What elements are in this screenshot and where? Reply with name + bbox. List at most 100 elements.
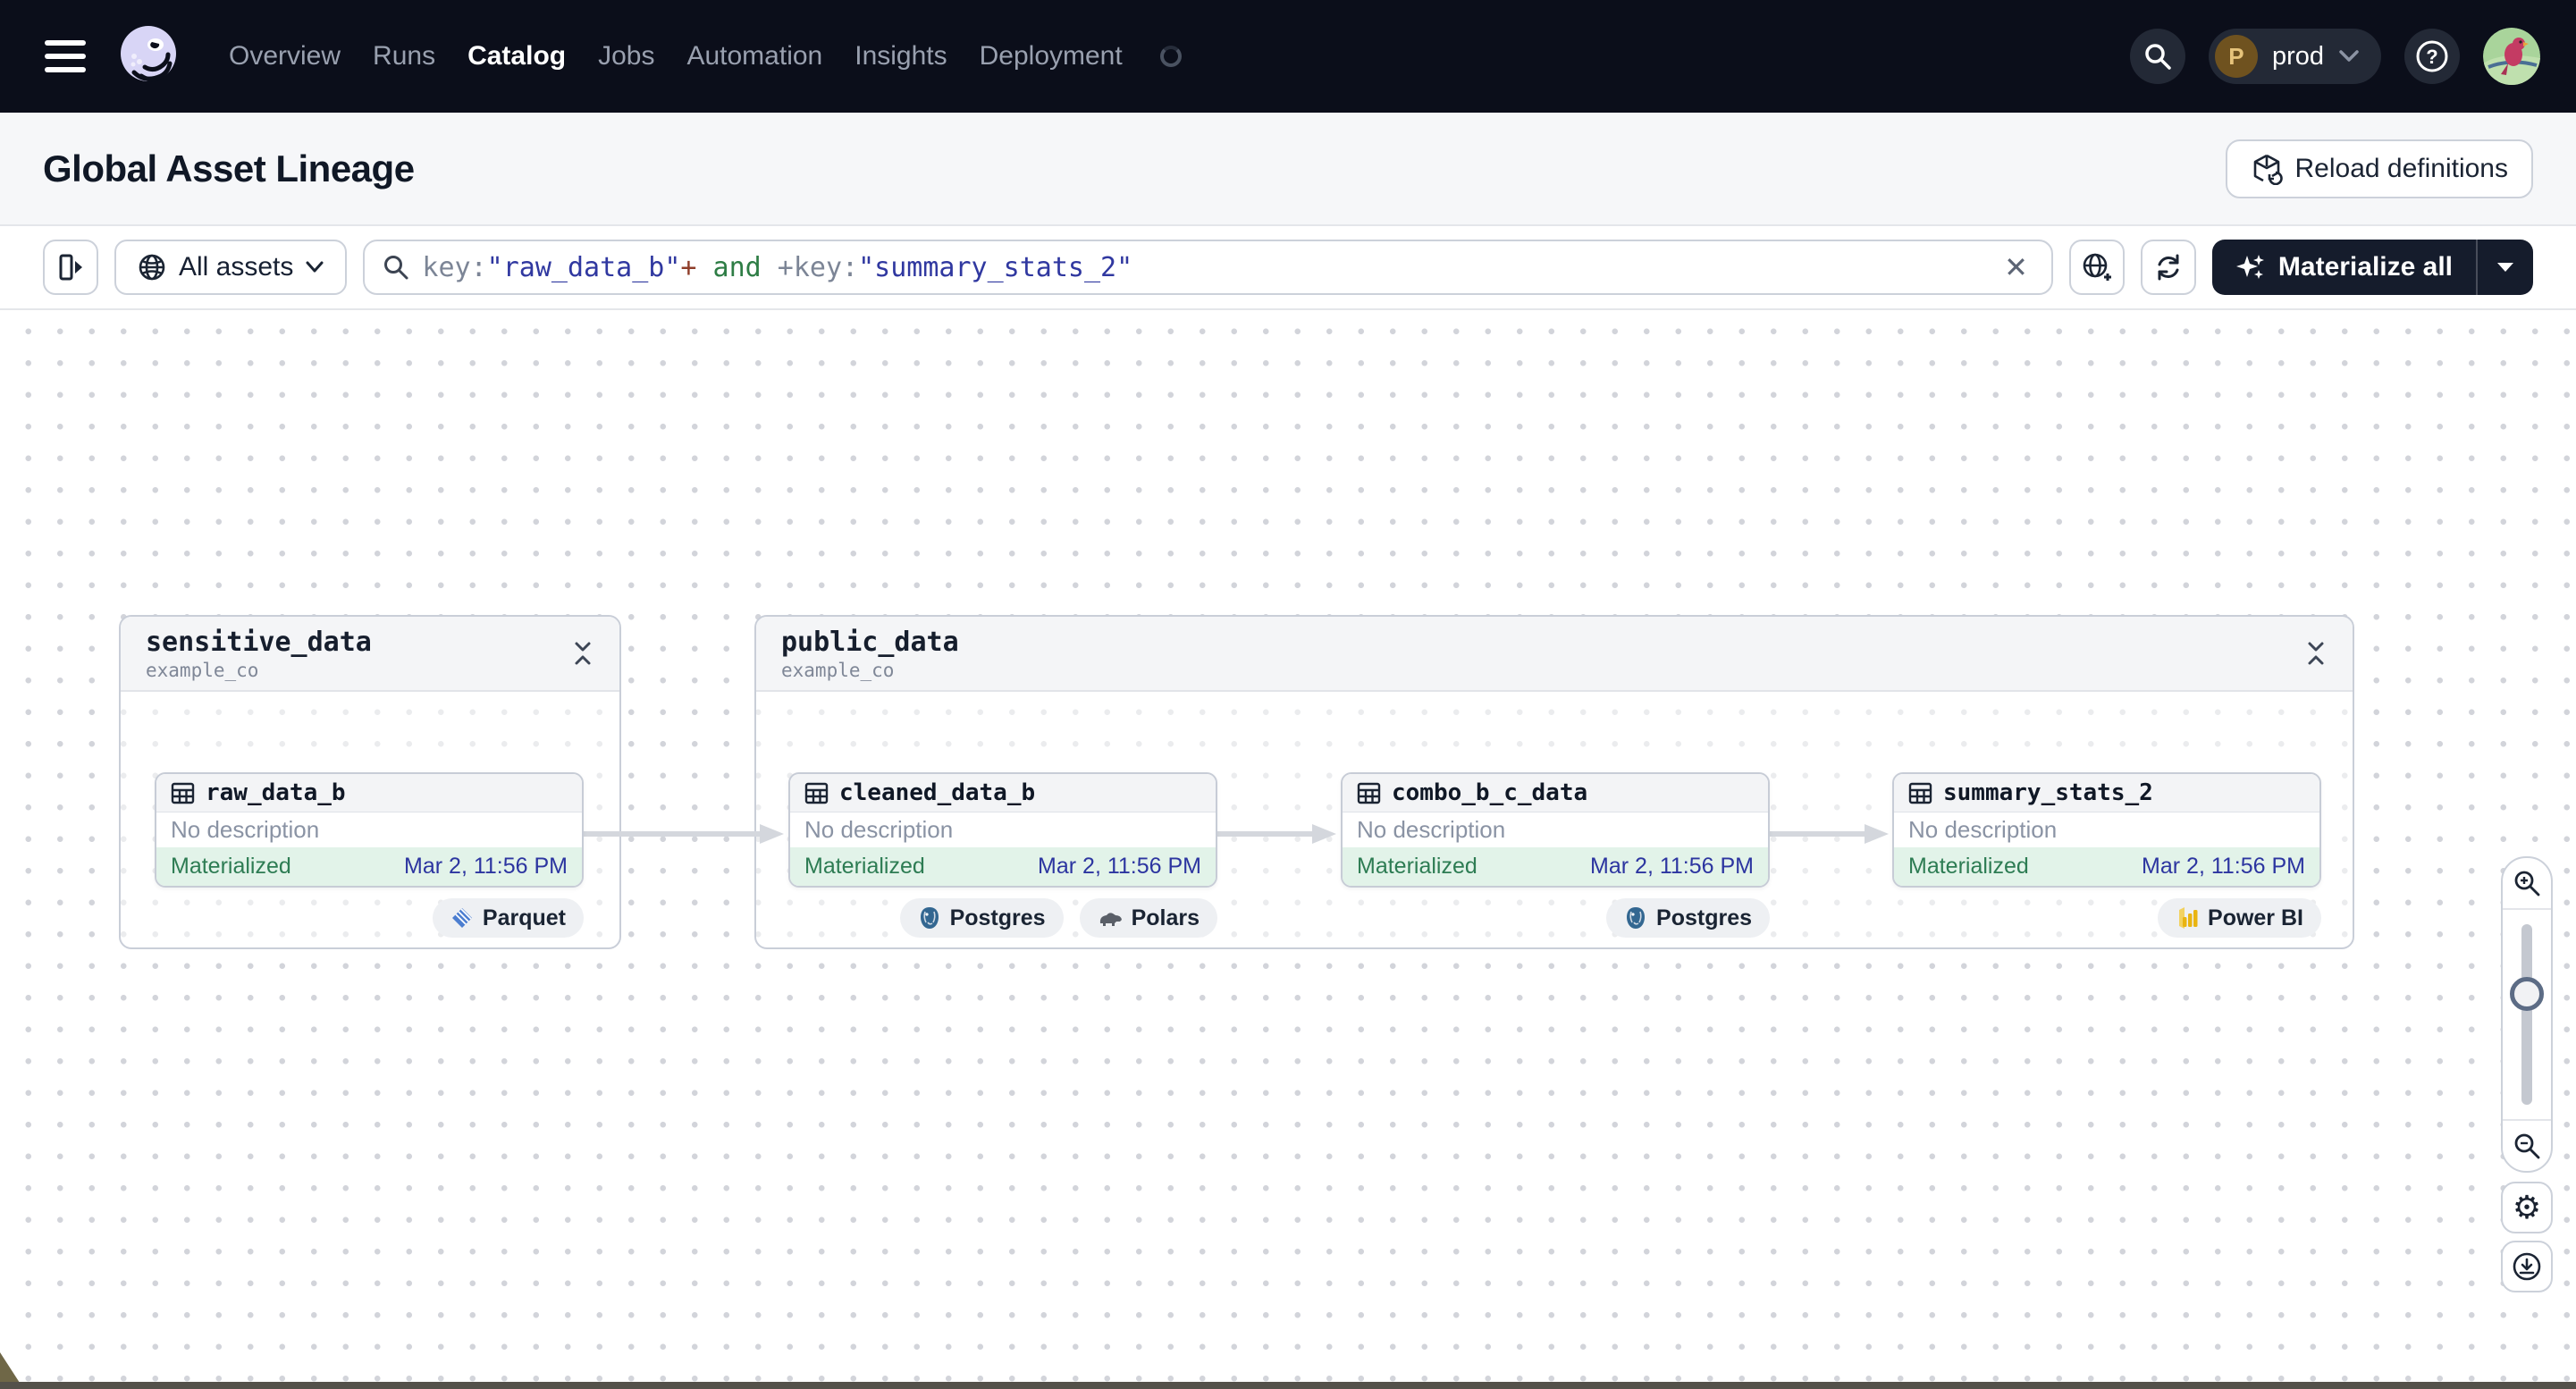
clear-search-button[interactable]: ✕ bbox=[1999, 253, 2033, 282]
reload-icon bbox=[2253, 154, 2283, 185]
tag-label: Polars bbox=[1131, 905, 1200, 930]
svg-text:?: ? bbox=[2426, 46, 2437, 68]
lineage-canvas[interactable]: sensitive_data example_co public_data ex… bbox=[0, 310, 2576, 1389]
zoom-controls bbox=[2501, 856, 2553, 1173]
hamburger-icon[interactable] bbox=[45, 40, 86, 72]
zoom-slider-handle[interactable] bbox=[2510, 977, 2544, 1011]
nav-item-catalog[interactable]: Catalog bbox=[467, 41, 566, 72]
postgres-icon bbox=[1627, 907, 1646, 929]
tag-postgres[interactable]: Postgres bbox=[899, 898, 1064, 938]
tag-parquet[interactable]: Parquet bbox=[432, 898, 584, 938]
zoom-in-icon bbox=[2514, 871, 2540, 897]
tag-label: Postgres bbox=[949, 905, 1046, 930]
powerbi-icon bbox=[2179, 907, 2198, 929]
search-button[interactable] bbox=[2129, 29, 2185, 84]
collapse-group-button[interactable] bbox=[2304, 641, 2328, 666]
group-header: sensitive_data example_co bbox=[121, 617, 619, 692]
add-scope-button[interactable] bbox=[2068, 240, 2125, 295]
asset-description: No description bbox=[1908, 816, 2058, 843]
tag-powerbi[interactable]: Power BI bbox=[2158, 898, 2321, 938]
tag-row: Power BI bbox=[1892, 898, 2321, 938]
tag-polars[interactable]: Polars bbox=[1079, 898, 1217, 938]
asset-node-summary-stats-2[interactable]: summary_stats_2 No description Materiali… bbox=[1892, 772, 2321, 888]
status-label: Materialized bbox=[1908, 854, 2029, 879]
status-label: Materialized bbox=[171, 854, 291, 879]
table-icon bbox=[1908, 782, 1932, 804]
status-timestamp: Mar 2, 11:56 PM bbox=[1038, 854, 1201, 879]
globe-icon bbox=[139, 254, 165, 281]
materialize-all-label: Materialize all bbox=[2277, 252, 2453, 282]
help-icon: ? bbox=[2416, 40, 2448, 72]
asset-description: No description bbox=[171, 816, 320, 843]
zoom-out-icon bbox=[2514, 1133, 2540, 1159]
tag-postgres[interactable]: Postgres bbox=[1606, 898, 1770, 938]
group-name: sensitive_data bbox=[146, 626, 372, 658]
collapse-group-button[interactable] bbox=[571, 641, 594, 666]
zoom-out-button[interactable] bbox=[2503, 1119, 2551, 1171]
asset-scope-label: All assets bbox=[179, 252, 294, 282]
user-avatar[interactable] bbox=[2483, 28, 2540, 85]
loading-spinner-icon bbox=[1159, 46, 1182, 67]
asset-scope-dropdown[interactable]: All assets bbox=[114, 240, 348, 295]
asset-node-combo-b-c-data[interactable]: combo_b_c_data No description Materializ… bbox=[1341, 772, 1770, 888]
reload-definitions-button[interactable]: Reload definitions bbox=[2225, 139, 2533, 198]
download-view-button[interactable] bbox=[2501, 1241, 2553, 1292]
gear-icon: ⚙ bbox=[2512, 1189, 2542, 1225]
status-timestamp: Mar 2, 11:56 PM bbox=[1590, 854, 1754, 879]
asset-status-row: Materialized Mar 2, 11:56 PM bbox=[1894, 847, 2319, 886]
status-label: Materialized bbox=[1357, 854, 1477, 879]
top-nav: Overview Runs Catalog Jobs Automation In… bbox=[0, 0, 2576, 113]
dagster-logo[interactable] bbox=[114, 22, 182, 90]
nav-item-automation[interactable]: Automation bbox=[686, 41, 822, 72]
open-panel-button[interactable] bbox=[43, 240, 98, 295]
refresh-button[interactable] bbox=[2140, 240, 2196, 295]
tag-row: Parquet bbox=[155, 898, 584, 938]
workspace-switcher[interactable]: P prod bbox=[2208, 29, 2381, 84]
tag-label: Postgres bbox=[1656, 905, 1752, 930]
postgres-icon bbox=[920, 907, 939, 929]
materialize-all-split-button: Materialize all bbox=[2211, 240, 2533, 295]
tag-label: Parquet bbox=[482, 905, 566, 930]
search-icon bbox=[2145, 44, 2171, 70]
collapse-icon bbox=[2308, 642, 2324, 665]
asset-description: No description bbox=[804, 816, 954, 843]
reload-definitions-label: Reload definitions bbox=[2294, 153, 2509, 183]
status-label: Materialized bbox=[804, 854, 925, 879]
filter-bar: All assets key:"raw_data_b"+ and +key:"s… bbox=[0, 226, 2576, 310]
nav-item-deployment[interactable]: Deployment bbox=[980, 41, 1123, 72]
group-location: example_co bbox=[781, 659, 895, 681]
asset-node-raw-data-b[interactable]: raw_data_b No description Materialized M… bbox=[155, 772, 584, 888]
workspace-label: prod bbox=[2271, 41, 2324, 71]
refresh-icon bbox=[2158, 254, 2179, 281]
caret-down-icon bbox=[2497, 263, 2513, 272]
panel-toggle-icon bbox=[59, 254, 82, 281]
corner-artifact bbox=[0, 1352, 20, 1383]
page-header: Global Asset Lineage Reload definitions bbox=[0, 113, 2576, 226]
zoom-in-button[interactable] bbox=[2503, 858, 2551, 910]
globe-add-icon bbox=[2083, 253, 2111, 281]
materialize-options-button[interactable] bbox=[2478, 240, 2533, 295]
zoom-slider-track[interactable] bbox=[2521, 924, 2532, 1105]
workspace-avatar: P bbox=[2214, 35, 2258, 78]
table-icon bbox=[1357, 782, 1381, 804]
asset-name: raw_data_b bbox=[206, 779, 346, 806]
chevron-down-icon bbox=[306, 261, 324, 273]
materialize-all-button[interactable]: Materialize all bbox=[2212, 240, 2476, 295]
nav-item-jobs[interactable]: Jobs bbox=[598, 41, 654, 72]
chevron-down-icon bbox=[2339, 50, 2359, 62]
nav-item-insights[interactable]: Insights bbox=[854, 41, 947, 72]
asset-name: cleaned_data_b bbox=[839, 779, 1036, 806]
graph-settings-button[interactable]: ⚙ bbox=[2501, 1182, 2553, 1233]
nav-item-overview[interactable]: Overview bbox=[229, 41, 341, 72]
parquet-icon bbox=[451, 908, 472, 928]
sparkle-icon bbox=[2235, 255, 2264, 279]
tag-row: Postgres Polars bbox=[788, 898, 1217, 938]
help-button[interactable]: ? bbox=[2404, 29, 2460, 84]
page-title: Global Asset Lineage bbox=[43, 147, 415, 189]
nav-links: Overview Runs Catalog Jobs Automation In… bbox=[229, 41, 1182, 72]
nav-right: P prod ? bbox=[2129, 28, 2540, 85]
asset-search-input[interactable]: key:"raw_data_b"+ and +key:"summary_stat… bbox=[363, 240, 2053, 295]
asset-node-cleaned-data-b[interactable]: cleaned_data_b No description Materializ… bbox=[788, 772, 1217, 888]
group-name: public_data bbox=[781, 626, 959, 658]
nav-item-runs[interactable]: Runs bbox=[373, 41, 435, 72]
